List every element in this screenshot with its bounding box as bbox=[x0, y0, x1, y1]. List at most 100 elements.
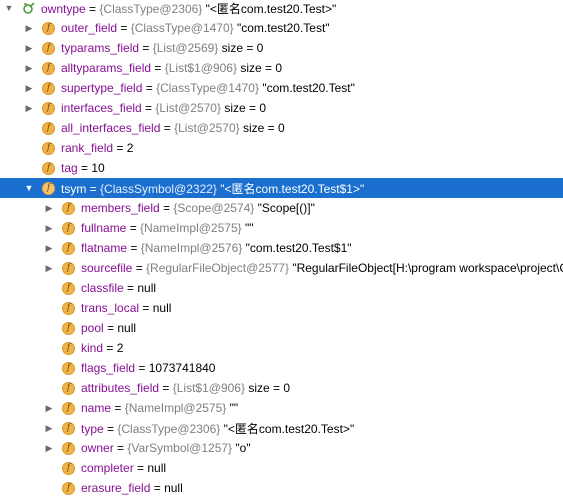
object-ref: {NameImpl@2575} bbox=[124, 401, 227, 415]
tree-row-all_interfaces_field[interactable]: f all_interfaces_field = {List@2570} siz… bbox=[0, 118, 563, 138]
object-ref: {ClassSymbol@2322} bbox=[100, 181, 217, 196]
watch-root-icon bbox=[22, 1, 36, 15]
field-icon: f bbox=[62, 401, 75, 415]
expand-arrow-icon[interactable]: ▶ bbox=[23, 102, 35, 114]
collapse-arrow-icon[interactable]: ▼ bbox=[23, 182, 35, 194]
object-ref: {ClassType@2306} bbox=[99, 1, 203, 16]
tree-row-erasure_field[interactable]: f erasure_field = null bbox=[0, 478, 563, 498]
row-text: tag = 10 bbox=[61, 161, 105, 175]
var-value: "<匿名com.test20.Test$1>" bbox=[216, 181, 365, 196]
field-icon: f bbox=[42, 181, 55, 195]
collapse-arrow-icon[interactable]: ▼ bbox=[3, 2, 15, 14]
row-text: tsym = {ClassSymbol@2322} "<匿名com.test20… bbox=[61, 180, 364, 197]
var-name: rank_field bbox=[61, 141, 114, 155]
field-icon: f bbox=[42, 41, 55, 55]
var-name: all_interfaces_field bbox=[61, 121, 161, 135]
debugger-variables-tree[interactable]: ▼ owntype = {ClassType@2306} "<匿名com.tes… bbox=[0, 0, 563, 503]
expand-arrow-icon[interactable]: ▶ bbox=[23, 62, 35, 74]
row-text: name = {NameImpl@2575} "" bbox=[81, 401, 238, 415]
equals-sign: = bbox=[126, 221, 141, 235]
expand-arrow-icon[interactable]: ▶ bbox=[23, 82, 35, 94]
var-value: "Scope[()]" bbox=[254, 201, 315, 215]
tree-row-tsym[interactable]: ▼ f tsym = {ClassSymbol@2322} "<匿名com.te… bbox=[0, 178, 563, 198]
expand-arrow-icon[interactable]: ▶ bbox=[23, 22, 35, 34]
var-value: null bbox=[117, 321, 137, 335]
expand-arrow-icon[interactable]: ▶ bbox=[23, 42, 35, 54]
field-icon: f bbox=[62, 281, 75, 295]
var-value: "" bbox=[241, 221, 254, 235]
var-value: "RegularFileObject[H:\program workspace\… bbox=[288, 261, 563, 275]
tree-row-completer[interactable]: f completer = null bbox=[0, 458, 563, 478]
tree-row-tag[interactable]: f tag = 10 bbox=[0, 158, 563, 178]
field-icon: f bbox=[42, 141, 55, 155]
row-text: members_field = {Scope@2574} "Scope[()]" bbox=[81, 201, 315, 215]
row-text: erasure_field = null bbox=[81, 481, 183, 495]
field-icon: f bbox=[62, 441, 75, 455]
var-value: size = 0 bbox=[239, 121, 285, 135]
var-name: classfile bbox=[81, 281, 124, 295]
tree-row-flags_field[interactable]: f flags_field = 1073741840 bbox=[0, 358, 563, 378]
var-name: tsym bbox=[61, 181, 87, 196]
var-value: size = 0 bbox=[244, 381, 291, 395]
row-text: sourcefile = {RegularFileObject@2577} "R… bbox=[81, 261, 563, 275]
var-value: "<匿名com.test20.Test>" bbox=[220, 421, 355, 436]
tree-row-sourcefile[interactable]: ▶ f sourcefile = {RegularFileObject@2577… bbox=[0, 258, 563, 278]
tree-row-owner[interactable]: ▶ f owner = {VarSymbol@1257} "o" bbox=[0, 438, 563, 458]
expand-arrow-icon[interactable]: ▶ bbox=[43, 222, 55, 234]
equals-sign: = bbox=[159, 201, 174, 215]
tree-row-kind[interactable]: f kind = 2 bbox=[0, 338, 563, 358]
equals-sign: = bbox=[141, 101, 156, 115]
expand-arrow-icon[interactable]: ▶ bbox=[43, 202, 55, 214]
equals-sign: = bbox=[123, 281, 138, 295]
var-name: sourcefile bbox=[81, 261, 133, 275]
var-name: pool bbox=[81, 321, 104, 335]
row-text: completer = null bbox=[81, 461, 166, 475]
field-icon: f bbox=[62, 261, 75, 275]
expand-arrow-icon[interactable]: ▶ bbox=[43, 402, 55, 414]
equals-sign: = bbox=[139, 301, 153, 315]
field-icon: f bbox=[42, 81, 55, 95]
var-name: type bbox=[81, 421, 104, 436]
var-value: "<匿名com.test20.Test>" bbox=[202, 1, 337, 16]
field-icon: f bbox=[62, 421, 75, 435]
tree-row-supertype_field[interactable]: ▶ f supertype_field = {ClassType@1470} "… bbox=[0, 78, 563, 98]
field-icon: f bbox=[62, 241, 75, 255]
var-value: 10 bbox=[91, 161, 105, 175]
tree-row-typarams_field[interactable]: ▶ f typarams_field = {List@2569} size = … bbox=[0, 38, 563, 58]
tree-row-alltyparams_field[interactable]: ▶ f alltyparams_field = {List$1@906} siz… bbox=[0, 58, 563, 78]
object-ref: {NameImpl@2575} bbox=[140, 221, 242, 235]
var-value: 2 bbox=[116, 341, 124, 355]
tree-row-name[interactable]: ▶ f name = {NameImpl@2575} "" bbox=[0, 398, 563, 418]
object-ref: {ClassType@1470} bbox=[156, 81, 259, 95]
tree-row-members_field[interactable]: ▶ f members_field = {Scope@2574} "Scope[… bbox=[0, 198, 563, 218]
tree-row-interfaces_field[interactable]: ▶ f interfaces_field = {List@2570} size … bbox=[0, 98, 563, 118]
tree-row-classfile[interactable]: f classfile = null bbox=[0, 278, 563, 298]
tree-row-type[interactable]: ▶ f type = {ClassType@2306} "<匿名com.test… bbox=[0, 418, 563, 438]
tree-row-trans_local[interactable]: f trans_local = null bbox=[0, 298, 563, 318]
field-icon: f bbox=[62, 321, 75, 335]
row-text: trans_local = null bbox=[81, 301, 171, 315]
var-name: supertype_field bbox=[61, 81, 143, 95]
tree-row-fullname[interactable]: ▶ f fullname = {NameImpl@2575} "" bbox=[0, 218, 563, 238]
tree-row-owntype[interactable]: ▼ owntype = {ClassType@2306} "<匿名com.tes… bbox=[0, 0, 563, 18]
tree-row-flatname[interactable]: ▶ f flatname = {NameImpl@2576} "com.test… bbox=[0, 238, 563, 258]
tree-row-rank_field[interactable]: f rank_field = 2 bbox=[0, 138, 563, 158]
tree-row-attributes_field[interactable]: f attributes_field = {List$1@906} size =… bbox=[0, 378, 563, 398]
object-ref: {List@2569} bbox=[152, 41, 219, 55]
expand-arrow-icon[interactable]: ▶ bbox=[43, 242, 55, 254]
var-value: 1073741840 bbox=[148, 361, 216, 375]
var-name: kind bbox=[81, 341, 104, 355]
expand-arrow-icon[interactable]: ▶ bbox=[43, 262, 55, 274]
tree-row-pool[interactable]: f pool = null bbox=[0, 318, 563, 338]
equals-sign: = bbox=[135, 361, 149, 375]
expand-arrow-icon[interactable]: ▶ bbox=[43, 422, 55, 434]
row-text: attributes_field = {List$1@906} size = 0 bbox=[81, 381, 290, 395]
tree-row-outer_field[interactable]: ▶ f outer_field = {ClassType@1470} "com.… bbox=[0, 18, 563, 38]
row-text: owner = {VarSymbol@1257} "o" bbox=[81, 441, 251, 455]
var-name: name bbox=[81, 401, 112, 415]
expand-arrow-icon[interactable]: ▶ bbox=[43, 442, 55, 454]
row-text: pool = null bbox=[81, 321, 136, 335]
equals-sign: = bbox=[142, 81, 157, 95]
row-text: rank_field = 2 bbox=[61, 141, 133, 155]
object-ref: {VarSymbol@1257} bbox=[127, 441, 233, 455]
